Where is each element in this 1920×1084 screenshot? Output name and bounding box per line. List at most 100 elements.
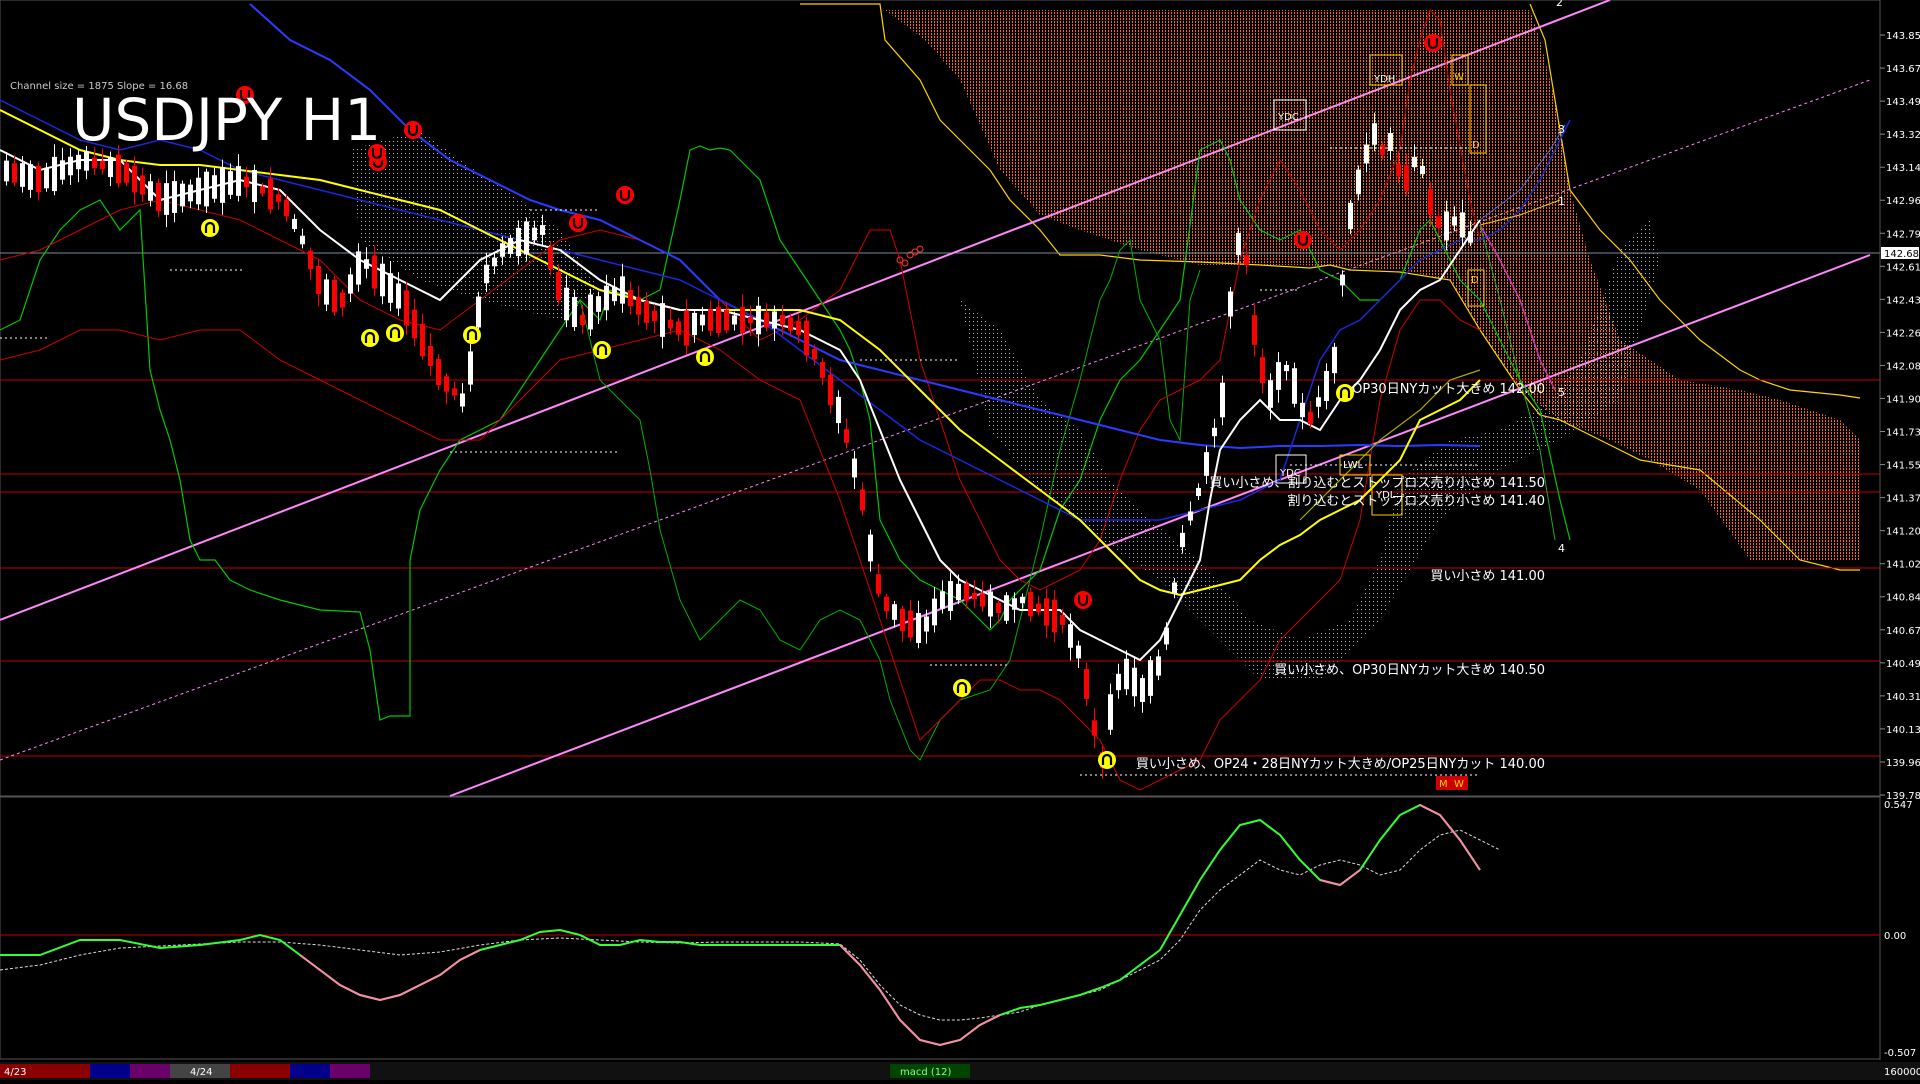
horseshoe-up-icon [593, 341, 611, 359]
candle-body [596, 296, 601, 312]
candle-body [420, 323, 425, 357]
candle-body [508, 238, 513, 254]
candle-body [388, 273, 393, 303]
candle-body [660, 303, 665, 337]
candle-body [1156, 656, 1161, 676]
price-tick-label: 142.790 [1886, 229, 1920, 240]
candle-body [1164, 627, 1169, 645]
horseshoe-up-icon [361, 329, 379, 347]
candle-body [1148, 660, 1153, 696]
candle-body [748, 316, 753, 324]
candle-body [1276, 362, 1281, 390]
candle-body [204, 171, 209, 207]
candle-body [780, 314, 785, 326]
chart-big-title: USDJPY H1 [72, 86, 381, 154]
candle-body [1052, 599, 1057, 633]
candle-body [180, 183, 185, 207]
price-tick-label: 141.020 [1886, 560, 1920, 571]
candle-body [1132, 667, 1137, 697]
candle-body [612, 286, 617, 302]
candle-body [124, 163, 129, 183]
candle-body [324, 279, 329, 305]
price-tick-label: 143.850 [1886, 31, 1920, 42]
candle-body [364, 259, 369, 269]
candle-body [1444, 211, 1449, 241]
candle-body [980, 593, 985, 607]
candle-body [428, 345, 433, 367]
candle-body [636, 297, 641, 315]
candle-body [1348, 202, 1353, 230]
candle-body [444, 376, 449, 392]
candle-body [452, 388, 457, 396]
candle-body [1076, 645, 1081, 659]
candle-body [1196, 487, 1201, 497]
level-label: M [1439, 779, 1448, 790]
bottom-timebar[interactable]: 4/23 4/24 macd (12) 160000 [0, 1062, 1920, 1080]
trading-terminal: YDH W D YDC YDC LWL YDL D M W 2 3 1 5 4 … [0, 0, 1920, 1080]
candle-body [548, 246, 553, 270]
candle-body [756, 305, 761, 335]
candle-body [916, 613, 921, 643]
candle-body [884, 596, 889, 612]
candle-body [908, 610, 913, 638]
macd-title: H1 macd (12) [6, 803, 75, 814]
candle-body [60, 160, 65, 180]
candle-body [68, 156, 73, 176]
candle-body [92, 157, 97, 169]
candle-body [252, 169, 257, 203]
horseshoe-down-icon [404, 121, 422, 139]
annotation-141: 買い小さめ 141.00 [1430, 569, 1545, 584]
level-label: LWL [1343, 460, 1364, 471]
candle-body [876, 574, 881, 594]
candle-body [516, 227, 521, 257]
level-label: YDC [1277, 112, 1299, 123]
candle-body [1140, 678, 1145, 702]
candle-body [1332, 346, 1337, 374]
candle-body [852, 458, 857, 478]
candle-body [812, 348, 817, 360]
candle-body [716, 307, 721, 333]
candle-body [28, 164, 33, 190]
horseshoe-up-icon [1098, 751, 1116, 769]
candle-body [220, 167, 225, 203]
candle-body [604, 285, 609, 311]
level-label: YDH [1373, 74, 1395, 85]
price-tick-label: 141.905 [1886, 394, 1920, 405]
date-mid: 4/24 [190, 1067, 212, 1078]
price-tick-label: 142.435 [1886, 295, 1920, 306]
candle-body [1308, 411, 1313, 425]
candle-body [1212, 427, 1217, 437]
candle-body [1252, 315, 1257, 345]
candle-body [1228, 291, 1233, 317]
candle-body [972, 592, 977, 600]
candle-body [196, 177, 201, 205]
candle-body [500, 243, 505, 257]
candle-body [308, 250, 313, 270]
horseshoe-up-icon [696, 348, 714, 366]
candle-body [1300, 402, 1305, 418]
candle-body [132, 165, 137, 193]
candle-body [244, 176, 249, 188]
price-axis: 143.850 143.675 143.495 143.320 143.145 142.9… [1880, 31, 1920, 802]
candle-body [164, 183, 169, 215]
candle-body [268, 178, 273, 210]
horseshoe-up-icon [463, 326, 481, 344]
candle-body [1236, 233, 1241, 255]
horseshoe-down-icon [616, 186, 634, 204]
date-left: 4/23 [4, 1067, 26, 1078]
candle-body [4, 160, 9, 182]
candle-body [396, 283, 401, 309]
candle-body [1180, 532, 1185, 548]
candle-body [724, 309, 729, 331]
symbol-header: USDJPY,H1 142.685 142.685 142.685 142.68… [6, 4, 243, 15]
projection-label: 1 [1558, 195, 1565, 208]
candle-body [492, 257, 497, 267]
usdjpy-h1-chart[interactable]: YDH W D YDC YDC LWL YDL D M W 2 3 1 5 4 … [0, 0, 1920, 1080]
candle-body [356, 251, 361, 285]
candle-body [868, 534, 873, 562]
projection-label: 5 [1558, 386, 1565, 399]
candle-body [1404, 165, 1409, 191]
price-tick-label: 140.135 [1886, 725, 1920, 736]
candle-body [532, 227, 537, 241]
candle-body [380, 263, 385, 297]
